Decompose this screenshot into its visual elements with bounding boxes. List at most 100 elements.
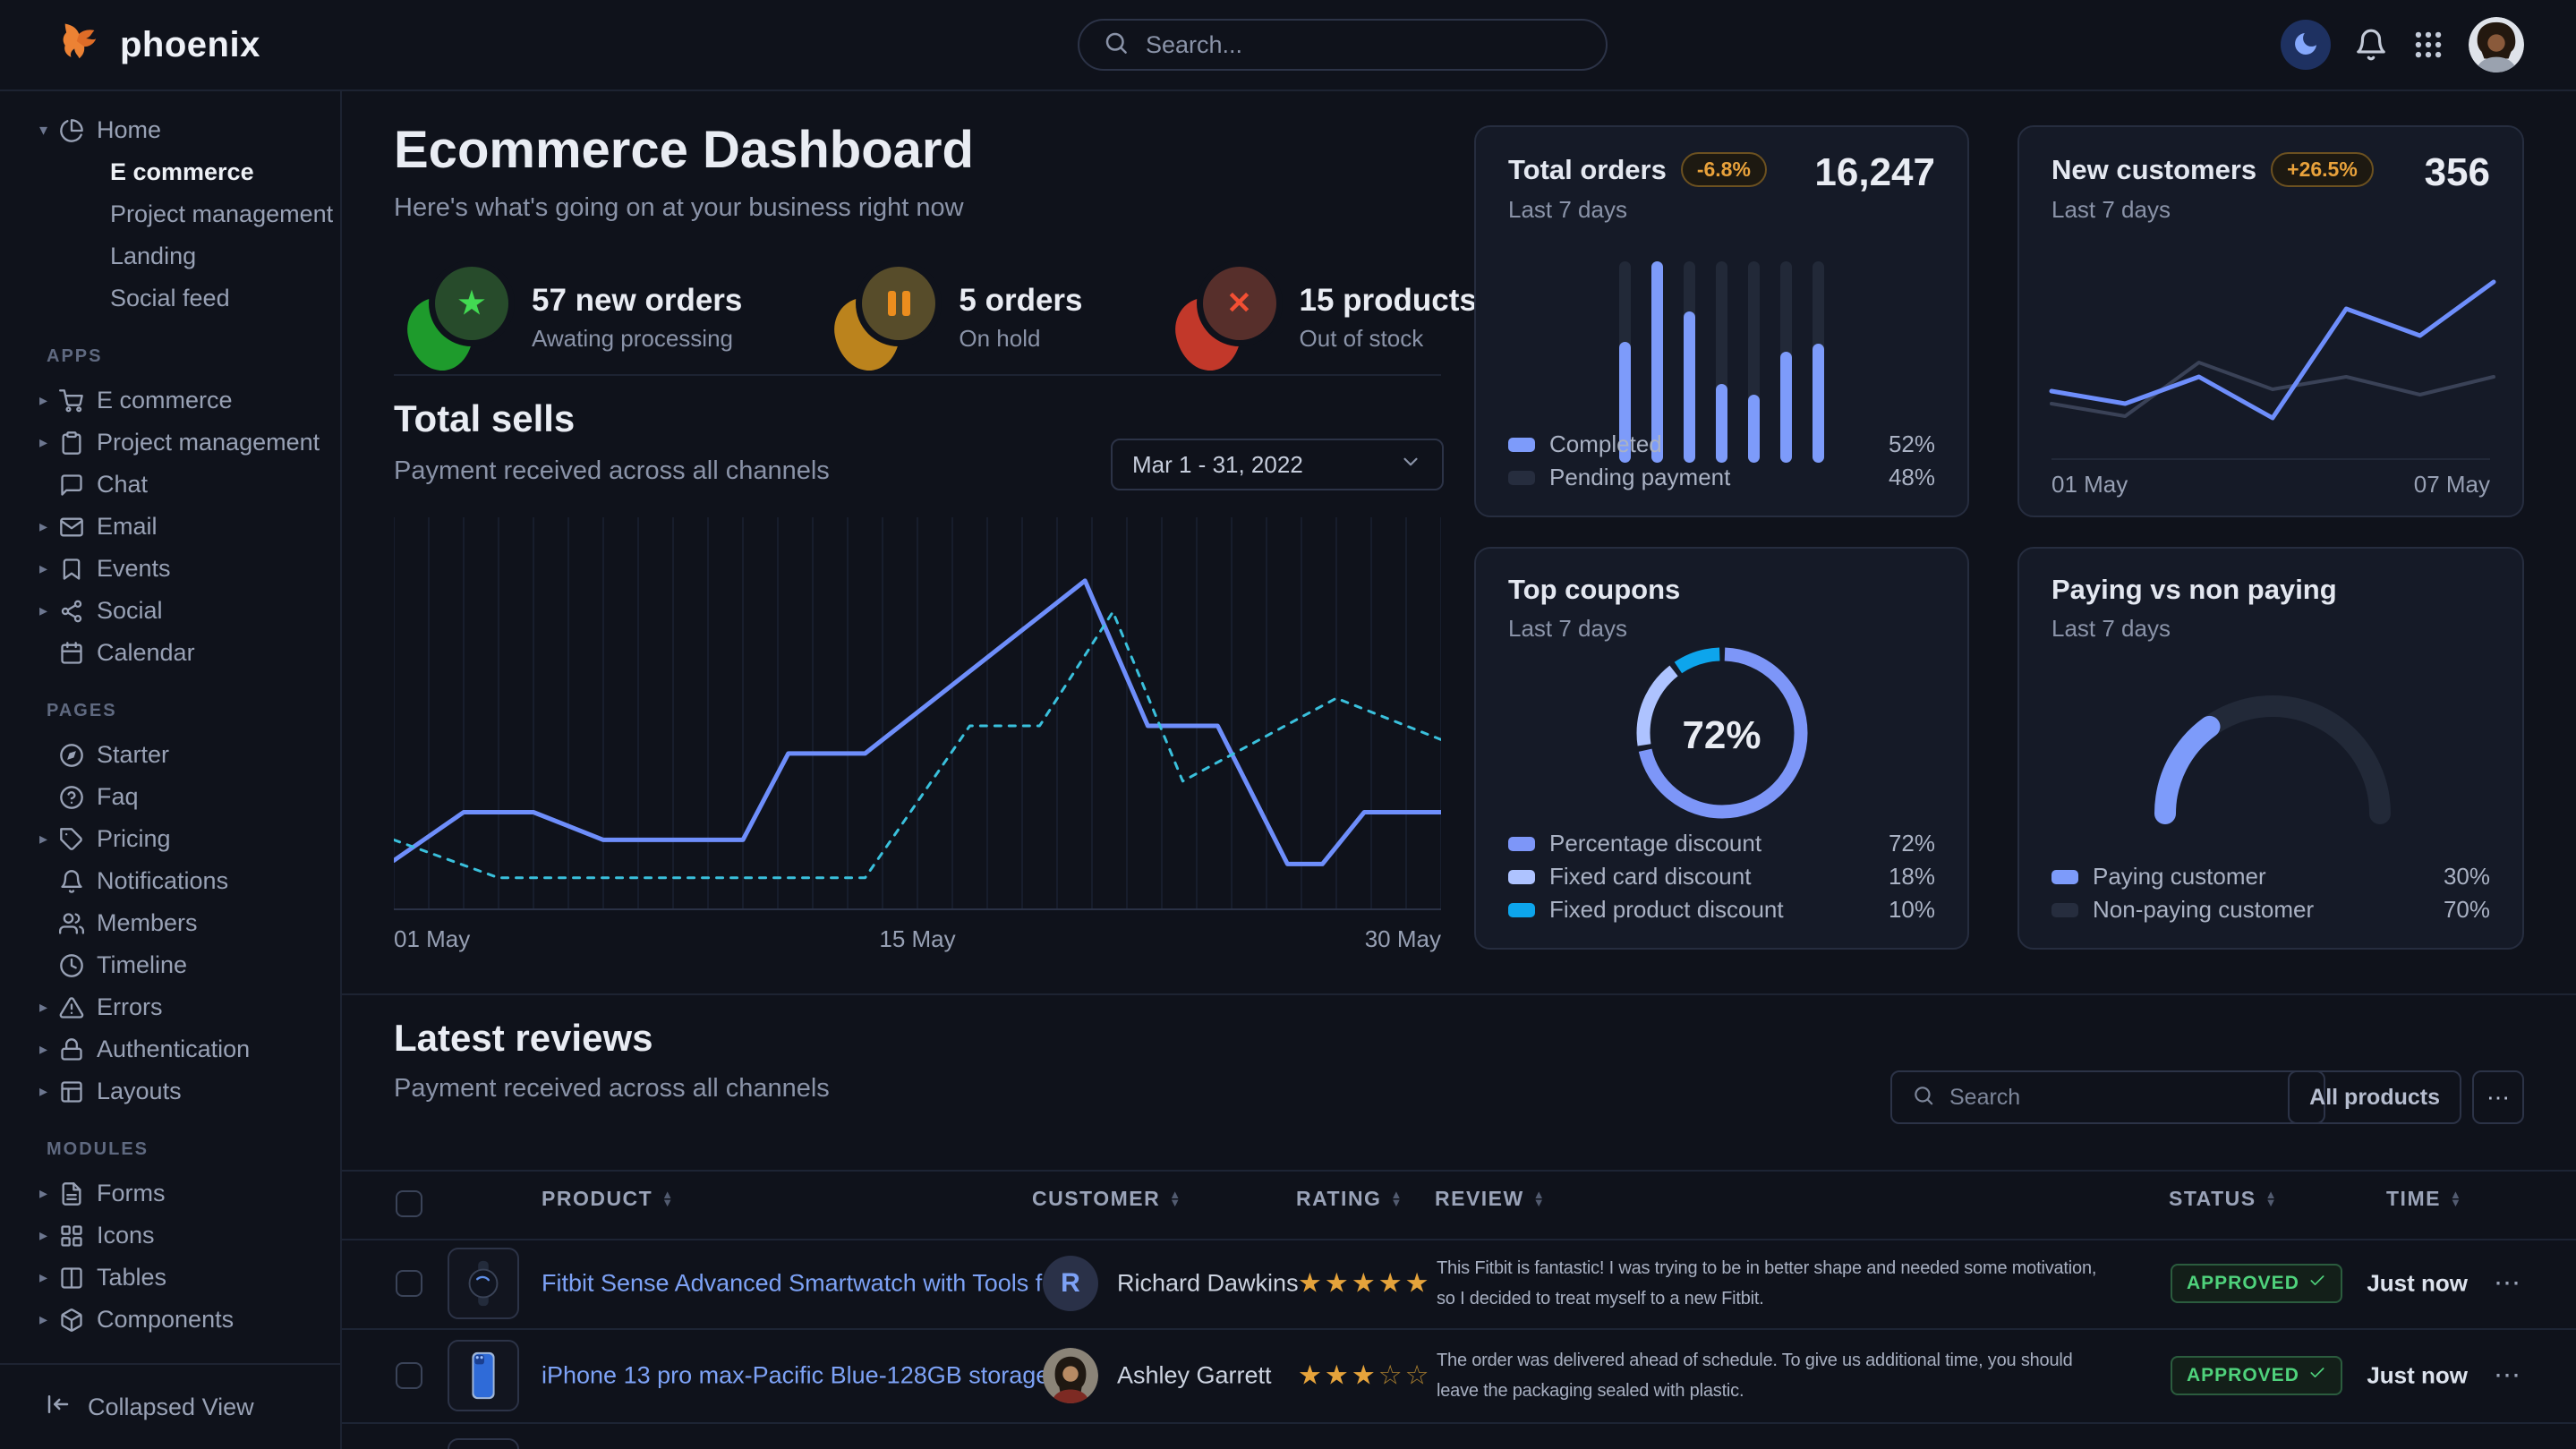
sidebar-item-members[interactable]: Members [0,902,340,944]
brand-name: phoenix [120,25,260,65]
sidebar-item-errors[interactable]: ▸Errors [0,986,340,1028]
app-root: phoenix ▾HomeE commerceProject managemen… [0,0,2576,1449]
new-customers-card: New customers +26.5% Last 7 days 356 01 … [2017,125,2524,517]
top-navbar: phoenix [0,0,2576,91]
sidebar-item-faq[interactable]: Faq [0,776,340,818]
search-icon [1103,30,1130,61]
collapse-view-toggle[interactable]: Collapsed View [0,1363,340,1449]
column-header-review[interactable]: REVIEW▲▼ [1435,1187,1546,1211]
sidebar-item-icons[interactable]: ▸Icons [0,1215,340,1257]
rating-stars: ★★★☆☆ [1298,1360,1432,1391]
pie-chart-icon [59,118,84,143]
top-coupons-legend: Percentage discount 72% Fixed card disco… [1508,827,1935,926]
rating-stars: ★★★★★ [1298,1268,1432,1300]
global-search-input[interactable] [1144,30,1582,60]
nine-dots-apps-icon[interactable] [2411,28,2445,62]
product-link[interactable]: iPhone 13 pro max-Pacific Blue-128GB sto… [542,1361,1049,1389]
all-products-button[interactable]: All products [2288,1070,2461,1124]
sort-icon: ▲▼ [2450,1191,2462,1206]
sidebar-item-layouts[interactable]: ▸Layouts [0,1070,340,1112]
date-range-select[interactable]: Mar 1 - 31, 2022 [1111,439,1444,490]
review-time: Just now [2351,1361,2468,1389]
section-separator [342,993,2576,995]
stat-awating-processing: ★ 57 new ordersAwating processing [408,263,742,372]
x-icon: ✕ [1176,263,1276,372]
sidebar-item-forms[interactable]: ▸Forms [0,1172,340,1215]
sidebar-item-email[interactable]: ▸Email [0,506,340,548]
box-icon [59,1308,84,1333]
page-subtitle: Here's what's going on at your business … [394,193,964,223]
column-header-time[interactable]: TIME▲▼ [2386,1187,2462,1211]
page-title: Ecommerce Dashboard [394,120,974,180]
reviews-more-button[interactable]: ⋯ [2472,1070,2524,1124]
paying-title: Paying vs non paying [2051,574,2337,606]
sidebar-item-e-commerce[interactable]: E commerce [0,151,340,193]
clipboard-icon [59,430,84,456]
column-header-customer[interactable]: CUSTOMER▲▼ [1032,1187,1182,1211]
sidebar-item-notifications[interactable]: Notifications [0,860,340,902]
sidebar-item-project-management[interactable]: Project management [0,193,340,235]
review-time: Just now [2351,1270,2468,1298]
sidebar-item-social[interactable]: ▸Social [0,590,340,632]
sidebar-section-pages: PAGES [0,701,340,721]
reviews-search [1890,1070,2325,1124]
latest-reviews-title: Latest reviews [394,1017,653,1060]
sidebar-item-calendar[interactable]: Calendar [0,632,340,674]
sidebar-item-landing[interactable]: Landing [0,235,340,277]
brand[interactable]: phoenix [54,0,260,89]
notifications-bell-icon[interactable] [2354,28,2388,62]
product-thumbnail-phone[interactable] [448,1340,519,1411]
row-checkbox[interactable] [396,1362,422,1389]
reviews-search-input[interactable] [1948,1084,2304,1112]
file-icon [59,1181,84,1206]
sort-icon: ▲▼ [1169,1191,1181,1206]
sidebar-item-timeline[interactable]: Timeline [0,944,340,986]
row-more-button[interactable]: ⋯ [2494,1360,2521,1391]
star-icon: ★ [408,263,508,372]
sidebar-item-social-feed[interactable]: Social feed [0,277,340,320]
total-sells-chart [394,517,1441,911]
legend-row-non-paying-customer: Non-paying customer 70% [2051,893,2490,926]
sidebar-item-project-management[interactable]: ▸Project management [0,422,340,464]
sidebar-item-events[interactable]: ▸Events [0,548,340,590]
sidebar-item-tables[interactable]: ▸Tables [0,1257,340,1299]
check-icon [2308,1272,2326,1295]
product-thumbnail-watch[interactable] [448,1248,519,1319]
product-link[interactable]: Fitbit Sense Advanced Smartwatch with To… [542,1270,1076,1298]
global-search [1078,19,1608,71]
paying-card: Paying vs non paying Last 7 days Paying … [2017,547,2524,950]
sidebar-item-chat[interactable]: Chat [0,464,340,506]
date-range-value: Mar 1 - 31, 2022 [1132,451,1303,479]
sidebar-item-e-commerce[interactable]: ▸E commerce [0,379,340,422]
column-header-status[interactable]: STATUS▲▼ [2169,1187,2278,1211]
row-checkbox[interactable] [396,1270,422,1297]
legend-row-percentage-discount: Percentage discount 72% [1508,827,1935,860]
clock-icon [59,953,84,978]
select-all-checkbox[interactable] [396,1190,422,1217]
user-avatar[interactable] [2469,17,2524,72]
x-label-mid: 15 May [879,925,955,953]
legend-row-completed: Completed 52% [1508,428,1935,461]
paying-legend: Paying customer 30% Non-paying customer … [2051,860,2490,926]
sidebar-item-starter[interactable]: Starter [0,734,340,776]
mail-icon [59,515,84,540]
total-sells-title: Total sells [394,397,575,440]
column-header-product[interactable]: PRODUCT▲▼ [542,1187,675,1211]
sidebar-item-authentication[interactable]: ▸Authentication [0,1028,340,1070]
sidebar-group-home[interactable]: ▾Home [0,109,340,151]
top-coupons-card: Top coupons Last 7 days 72% Percentage d… [1474,547,1969,950]
status-badge: APPROVED [2171,1264,2342,1303]
columns-icon [59,1266,84,1291]
sidebar-item-components[interactable]: ▸Components [0,1299,340,1341]
x-label-end: 30 May [1365,925,1441,953]
theme-toggle-button[interactable] [2281,20,2331,70]
legend-swatch [1508,870,1535,884]
column-header-rating[interactable]: RATING▲▼ [1296,1187,1403,1211]
moon-icon [2291,30,2320,61]
row-more-button[interactable]: ⋯ [2494,1268,2521,1300]
sidebar-item-pricing[interactable]: ▸Pricing [0,818,340,860]
new-customers-axis [2051,458,2490,460]
compass-icon [59,743,84,768]
collapse-label: Collapsed View [88,1394,254,1421]
new-customers-value: 356 [2425,150,2490,195]
